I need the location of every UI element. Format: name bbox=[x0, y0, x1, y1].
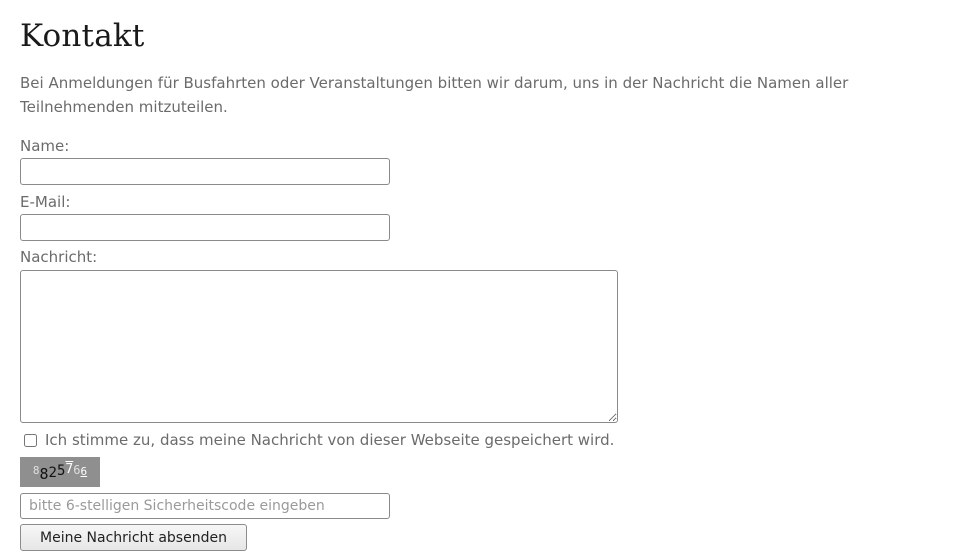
captcha-char: 8 bbox=[39, 465, 49, 483]
email-label: E-Mail: bbox=[20, 193, 71, 211]
email-input[interactable] bbox=[20, 214, 390, 241]
captcha-char: 7 bbox=[65, 461, 74, 477]
captcha-input[interactable] bbox=[20, 493, 390, 519]
captcha-char: 6 bbox=[73, 463, 81, 477]
captcha-image: 8 8 2 5 7 6 6 bbox=[20, 457, 100, 487]
message-textarea[interactable] bbox=[20, 270, 618, 423]
page-title: Kontakt bbox=[20, 18, 145, 54]
name-input[interactable] bbox=[20, 158, 390, 185]
message-label: Nachricht: bbox=[20, 248, 98, 266]
intro-text: Bei Anmeldungen für Busfahrten oder Vera… bbox=[20, 74, 849, 116]
captcha-char: 6 bbox=[80, 464, 88, 478]
consent-checkbox[interactable] bbox=[24, 433, 37, 447]
name-label: Name: bbox=[20, 137, 70, 155]
submit-button[interactable]: Meine Nachricht absenden bbox=[20, 524, 247, 551]
consent-label[interactable]: Ich stimme zu, dass meine Nachricht von … bbox=[45, 431, 614, 449]
captcha-char: 5 bbox=[56, 463, 66, 479]
consent-row: Ich stimme zu, dass meine Nachricht von … bbox=[22, 431, 614, 449]
captcha-char: 8 bbox=[32, 463, 40, 477]
captcha-char: 2 bbox=[48, 465, 57, 481]
